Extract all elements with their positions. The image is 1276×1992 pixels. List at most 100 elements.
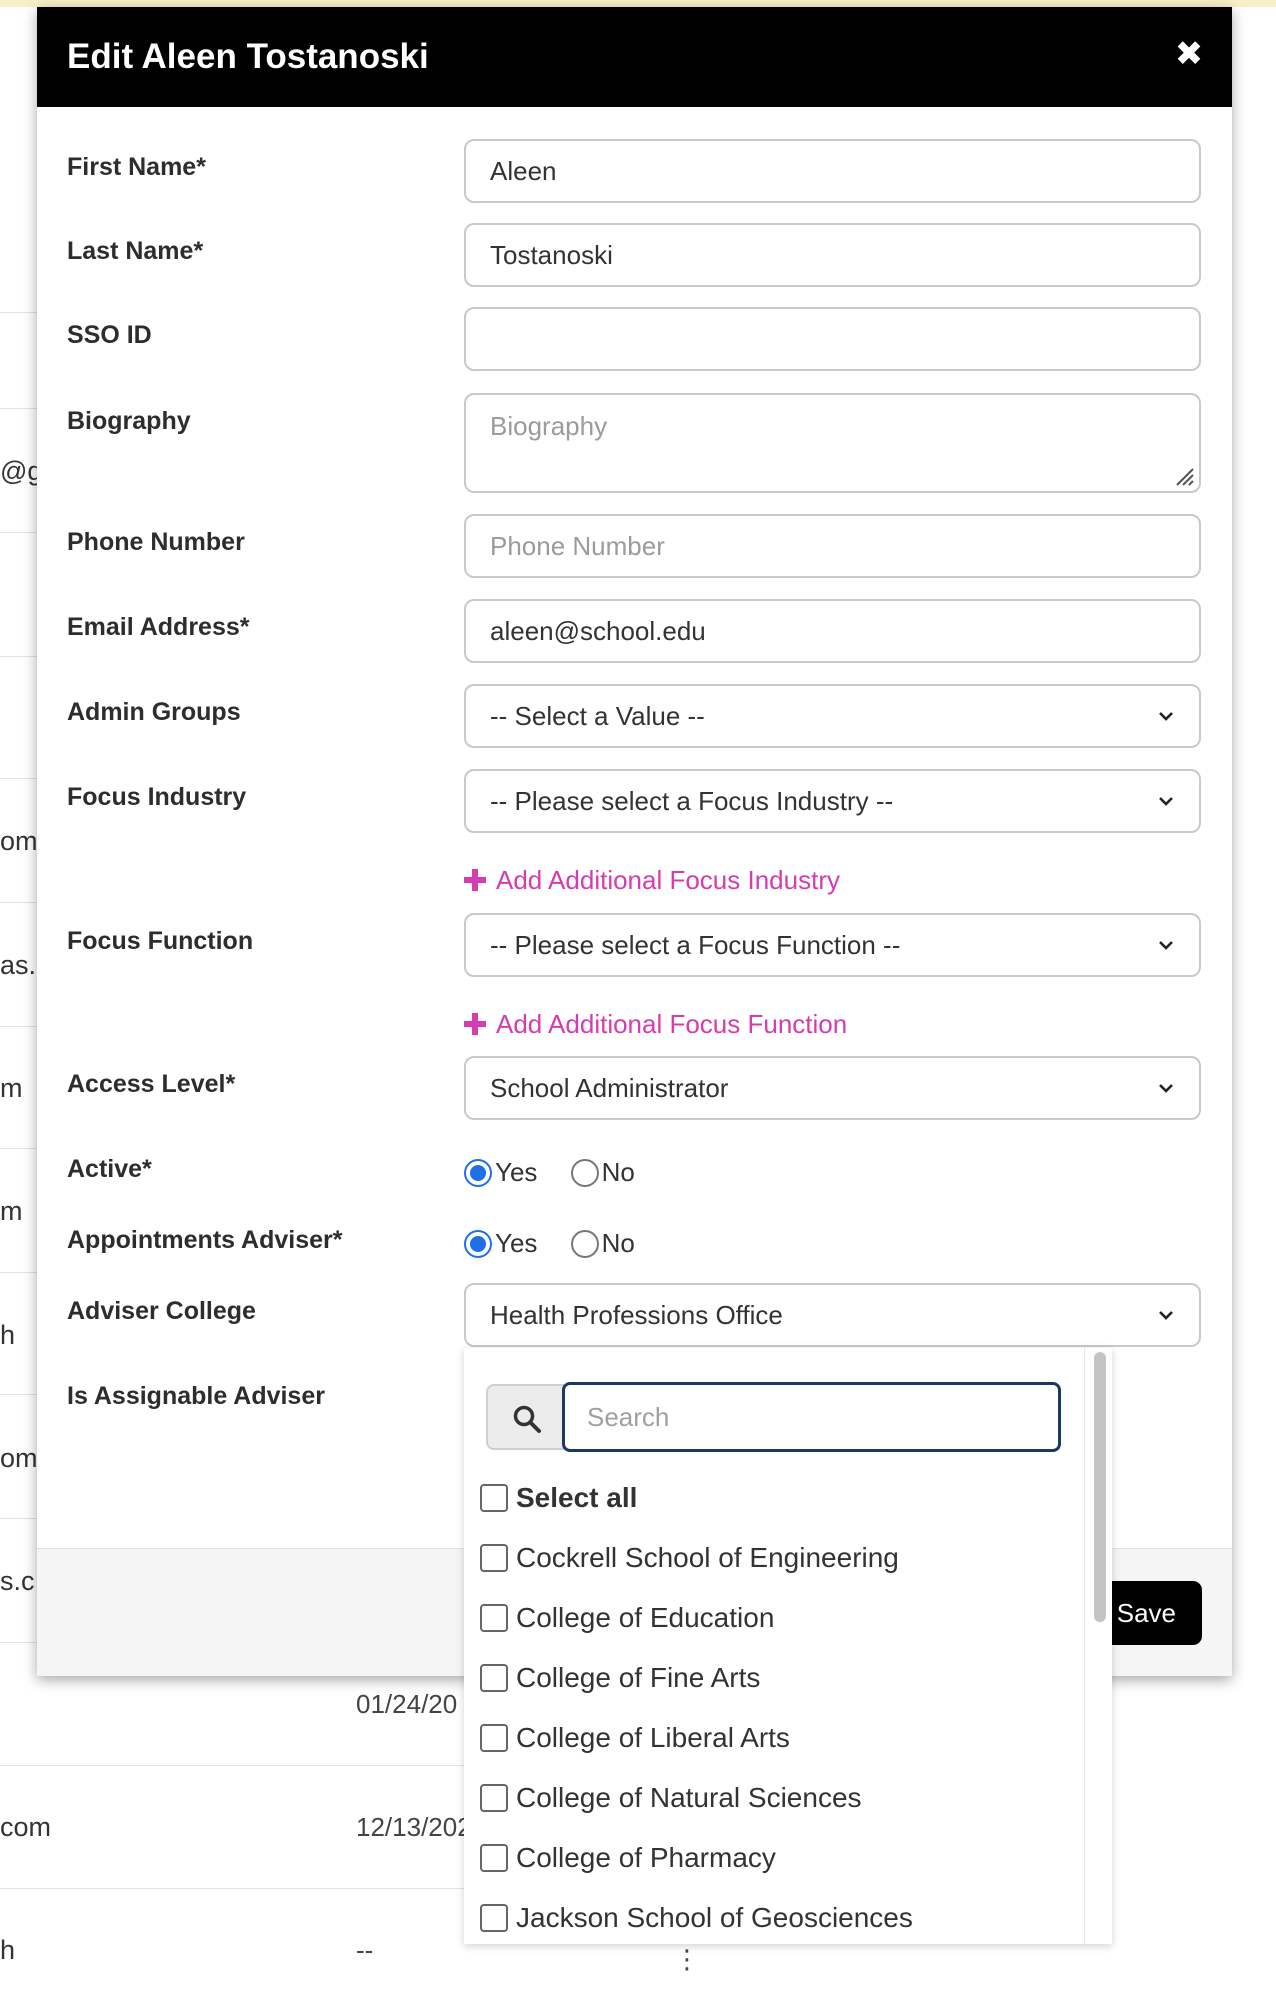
biography-placeholder: Biography [490, 411, 608, 441]
chevron-down-icon [1159, 941, 1173, 950]
table-cell-email: om [0, 826, 38, 856]
search-icon [513, 1405, 541, 1433]
radio-button[interactable] [570, 1158, 599, 1187]
admin-groups-label: Admin Groups [67, 698, 241, 726]
active-no-option[interactable]: No [570, 1157, 635, 1188]
focus-function-select[interactable]: -- Please select a Focus Function -- [464, 913, 1201, 977]
table-cell-email: m [0, 1196, 23, 1226]
resize-grip-icon[interactable] [1173, 465, 1195, 487]
college-option[interactable]: Cockrell School of Engineering [480, 1538, 899, 1578]
biography-textarea[interactable]: Biography [464, 393, 1201, 493]
adviser-college-select[interactable]: Health Professions Office [464, 1283, 1201, 1347]
table-cell-email: com [0, 1812, 52, 1842]
college-option[interactable]: Jackson School of Geosciences [480, 1898, 913, 1938]
checkbox[interactable] [480, 1904, 508, 1932]
college-option[interactable]: College of Pharmacy [480, 1838, 776, 1878]
college-option[interactable]: College of Education [480, 1598, 774, 1638]
active-label: Active* [67, 1155, 152, 1183]
college-option-label: College of Liberal Arts [516, 1722, 790, 1753]
table-cell-email: s.c [0, 1566, 35, 1596]
add-focus-function-label: Add Additional Focus Function [496, 1009, 848, 1039]
phone-number-label: Phone Number [67, 528, 245, 556]
checkbox[interactable] [480, 1484, 508, 1512]
select-all-label: Select all [516, 1482, 638, 1513]
table-cell-date: -- [356, 1935, 374, 1965]
add-focus-function-link[interactable]: Add Additional Focus Function [464, 1009, 847, 1040]
active-yes-label: Yes [495, 1157, 538, 1187]
college-option-label: College of Fine Arts [516, 1662, 761, 1693]
appointments-adviser-no-option[interactable]: No [570, 1228, 635, 1259]
checkbox[interactable] [480, 1844, 508, 1872]
college-option[interactable]: College of Liberal Arts [480, 1718, 790, 1758]
chevron-down-icon [1159, 712, 1173, 721]
first-name-label: First Name* [67, 153, 206, 181]
college-option[interactable]: College of Natural Sciences [480, 1778, 862, 1818]
plus-icon [464, 1013, 486, 1035]
admin-groups-select[interactable]: -- Select a Value -- [464, 684, 1201, 748]
access-level-select[interactable]: School Administrator [464, 1056, 1201, 1120]
last-name-label: Last Name* [67, 237, 204, 265]
appointments-adviser-yes-label: Yes [495, 1228, 538, 1258]
email-address-label: Email Address* [67, 613, 250, 641]
active-no-label: No [601, 1157, 635, 1187]
access-level-label: Access Level* [67, 1070, 236, 1098]
appointments-adviser-yes-option[interactable]: Yes [464, 1228, 537, 1259]
table-divider [0, 1888, 500, 1889]
appointments-adviser-radio-group: Yes No [464, 1228, 661, 1262]
close-icon[interactable]: ✖ [1172, 37, 1206, 71]
email-address-field[interactable]: aleen@school.edu [464, 599, 1201, 663]
dropdown-scrollbar[interactable] [1084, 1348, 1112, 1944]
checkbox[interactable] [480, 1664, 508, 1692]
first-name-field[interactable]: Aleen [464, 139, 1201, 203]
select-all-option[interactable]: Select all [480, 1478, 637, 1518]
table-divider [0, 1765, 500, 1766]
chevron-down-icon [1159, 1084, 1173, 1093]
college-option[interactable]: College of Fine Arts [480, 1658, 760, 1698]
table-cell-date: 01/24/20 [356, 1689, 458, 1719]
focus-function-label: Focus Function [67, 927, 254, 955]
table-cell-email: om [0, 1443, 38, 1473]
row-actions-icon[interactable]: ⋮ [674, 1944, 700, 1975]
table-cell-email: h [0, 1935, 16, 1965]
modal-title: Edit Aleen Tostanoski [67, 37, 429, 76]
admin-groups-value: -- Select a Value -- [490, 701, 705, 731]
dropdown-search-input[interactable] [562, 1382, 1061, 1452]
radio-button-selected[interactable] [464, 1158, 492, 1187]
sso-id-label: SSO ID [67, 321, 152, 349]
focus-industry-label: Focus Industry [67, 783, 247, 811]
active-yes-option[interactable]: Yes [464, 1157, 537, 1188]
checkbox[interactable] [480, 1724, 508, 1752]
focus-function-value: -- Please select a Focus Function -- [490, 930, 901, 960]
radio-button-selected[interactable] [464, 1229, 492, 1258]
add-focus-industry-link[interactable]: Add Additional Focus Industry [464, 865, 840, 896]
radio-button[interactable] [570, 1229, 599, 1258]
last-name-field[interactable]: Tostanoski [464, 223, 1201, 287]
college-option-label: College of Education [516, 1602, 775, 1633]
search-addon [486, 1384, 564, 1450]
modal-header: Edit Aleen Tostanoski ✖ [37, 7, 1232, 107]
active-radio-group: Yes No [464, 1157, 661, 1191]
appointments-adviser-no-label: No [601, 1228, 635, 1258]
table-cell-date: 12/13/202 [356, 1812, 472, 1842]
college-option-label: Jackson School of Geosciences [516, 1902, 913, 1933]
table-cell-email: h [0, 1320, 16, 1350]
college-option-label: Cockrell School of Engineering [516, 1542, 899, 1573]
sso-id-field[interactable] [464, 307, 1201, 371]
adviser-college-label: Adviser College [67, 1297, 256, 1325]
adviser-college-dropdown: Select all Cockrell School of Engineerin… [464, 1348, 1112, 1944]
plus-icon [464, 869, 486, 891]
access-level-value: School Administrator [490, 1073, 729, 1103]
scrollbar-thumb[interactable] [1094, 1352, 1106, 1622]
biography-label: Biography [67, 407, 191, 435]
add-focus-industry-label: Add Additional Focus Industry [496, 865, 840, 895]
phone-number-field[interactable]: Phone Number [464, 514, 1201, 578]
checkbox[interactable] [480, 1544, 508, 1572]
focus-industry-select[interactable]: -- Please select a Focus Industry -- [464, 769, 1201, 833]
focus-industry-value: -- Please select a Focus Industry -- [490, 786, 894, 816]
chevron-down-icon [1159, 797, 1173, 806]
college-option-label: College of Natural Sciences [516, 1782, 862, 1813]
is-assignable-adviser-label: Is Assignable Adviser [67, 1382, 325, 1410]
college-option-label: College of Pharmacy [516, 1842, 776, 1873]
checkbox[interactable] [480, 1784, 508, 1812]
checkbox[interactable] [480, 1604, 508, 1632]
